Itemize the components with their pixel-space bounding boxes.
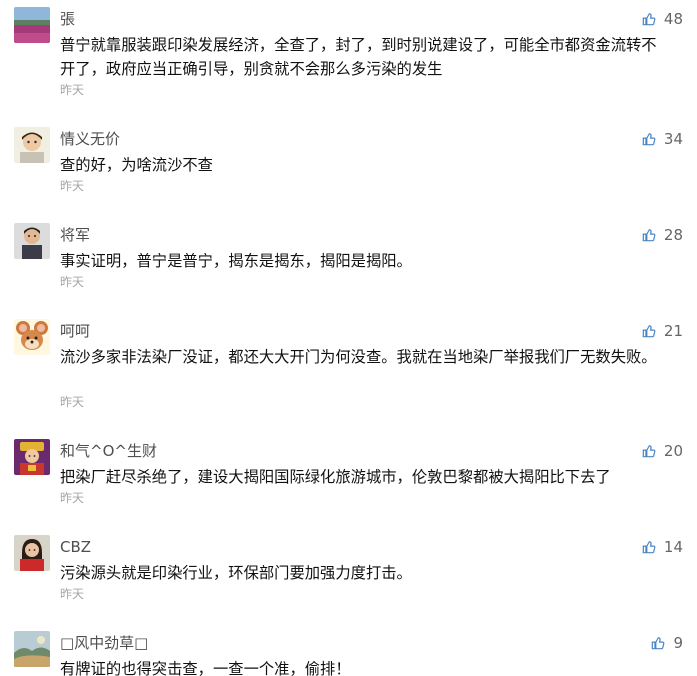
comment-item: 将军 事实证明，普宁是普宁，揭东是揭东，揭阳是揭阳。 昨天 28 bbox=[0, 219, 697, 315]
comment-text: 普宁就靠服装跟印染发展经济，全查了，封了，到时别说建设了，可能全市都资金流转不开… bbox=[60, 36, 657, 78]
comment-username[interactable]: 呵呵 bbox=[60, 321, 90, 341]
like-count: 21 bbox=[663, 322, 683, 340]
like-button[interactable]: 20 bbox=[642, 442, 683, 460]
like-button[interactable]: 48 bbox=[642, 10, 683, 28]
thumbs-up-icon bbox=[642, 444, 656, 458]
comment-timestamp: 昨天 bbox=[60, 587, 85, 601]
comment-text: 把染厂赶尽杀绝了，建设大揭阳国际绿化旅游城市，伦敦巴黎都被大揭阳比下去了 bbox=[60, 468, 611, 486]
comment-timestamp: 昨天 bbox=[60, 491, 85, 505]
comment-timestamp: 昨天 bbox=[60, 275, 85, 289]
comment-list: 張 普宁就靠服装跟印染发展经济，全查了，封了，到时别说建设了，可能全市都资金流转… bbox=[0, 0, 697, 676]
comment-item: 張 普宁就靠服装跟印染发展经济，全查了，封了，到时别说建设了，可能全市都资金流转… bbox=[0, 3, 697, 99]
comment-text: 有牌证的也得突击查，一查一个准，偷排！ bbox=[60, 660, 351, 676]
cartoon-mouse-avatar-icon bbox=[14, 319, 50, 355]
comment-item: □风中劲草□ 有牌证的也得突击查，一查一个准，偷排！ 9 bbox=[0, 627, 697, 676]
comment-item: 和气^O^生财 把染厂赶尽杀绝了，建设大揭阳国际绿化旅游城市，伦敦巴黎都被大揭阳… bbox=[0, 435, 697, 531]
user-avatar[interactable] bbox=[14, 319, 50, 355]
like-count: 9 bbox=[673, 634, 683, 652]
like-button[interactable]: 21 bbox=[642, 322, 683, 340]
comment-text: 流沙多家非法染厂没证，都还大大开门为何没查。我就在当地染厂举报我们厂无数失败。 bbox=[60, 348, 657, 366]
like-count: 34 bbox=[663, 130, 683, 148]
comment-text: 查的好，为啥流沙不查 bbox=[60, 156, 213, 174]
user-avatar[interactable] bbox=[14, 127, 50, 163]
like-count: 20 bbox=[663, 442, 683, 460]
man-photo-avatar-icon bbox=[14, 223, 50, 259]
comment-text: 事实证明，普宁是普宁，揭东是揭东，揭阳是揭阳。 bbox=[60, 252, 412, 270]
like-button[interactable]: 14 bbox=[642, 538, 683, 556]
comment-timestamp: 昨天 bbox=[60, 179, 85, 193]
like-button[interactable]: 34 bbox=[642, 130, 683, 148]
like-button[interactable]: 28 bbox=[642, 226, 683, 244]
thumbs-up-icon bbox=[642, 540, 656, 554]
user-avatar[interactable] bbox=[14, 7, 50, 43]
child-photo-avatar-icon bbox=[14, 127, 50, 163]
landscape-purple-field-avatar-icon bbox=[14, 7, 50, 43]
user-avatar[interactable] bbox=[14, 223, 50, 259]
comment-username[interactable]: □风中劲草□ bbox=[60, 633, 148, 653]
comment-item: 情义无价 查的好，为啥流沙不查 昨天 34 bbox=[0, 123, 697, 219]
comment-item: CBZ 污染源头就是印染行业，环保部门要加强力度打击。 昨天 14 bbox=[0, 531, 697, 627]
woman-red-photo-avatar-icon bbox=[14, 535, 50, 571]
comment-text: 污染源头就是印染行业，环保部门要加强力度打击。 bbox=[60, 564, 412, 582]
comment-item: 呵呵 流沙多家非法染厂没证，都还大大开门为何没查。我就在当地染厂举报我们厂无数失… bbox=[0, 315, 697, 411]
wealth-god-avatar-icon bbox=[14, 439, 50, 475]
comment-username[interactable]: CBZ bbox=[60, 537, 91, 557]
user-avatar[interactable] bbox=[14, 631, 50, 667]
like-count: 14 bbox=[663, 538, 683, 556]
like-count: 48 bbox=[663, 10, 683, 28]
thumbs-up-icon bbox=[651, 636, 665, 650]
comment-timestamp: 昨天 bbox=[60, 395, 85, 409]
comment-username[interactable]: 張 bbox=[60, 9, 75, 29]
thumbs-up-icon bbox=[642, 324, 656, 338]
thumbs-up-icon bbox=[642, 228, 656, 242]
user-avatar[interactable] bbox=[14, 439, 50, 475]
like-count: 28 bbox=[663, 226, 683, 244]
comment-timestamp: 昨天 bbox=[60, 83, 85, 97]
comment-username[interactable]: 和气^O^生财 bbox=[60, 441, 157, 461]
thumbs-up-icon bbox=[642, 12, 656, 26]
comment-username[interactable]: 将军 bbox=[60, 225, 90, 245]
painting-landscape-avatar-icon bbox=[14, 631, 50, 667]
comment-username[interactable]: 情义无价 bbox=[60, 129, 120, 149]
user-avatar[interactable] bbox=[14, 535, 50, 571]
like-button[interactable]: 9 bbox=[651, 634, 683, 652]
thumbs-up-icon bbox=[642, 132, 656, 146]
